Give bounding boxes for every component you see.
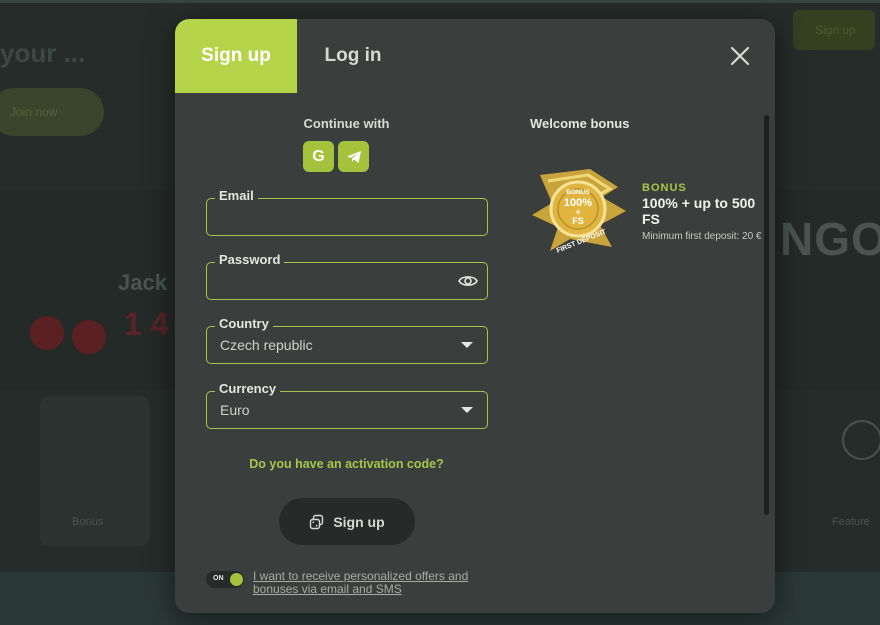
- bonus-headline: 100% + up to 500 FS: [642, 195, 756, 227]
- country-select[interactable]: Country Czech republic: [206, 316, 488, 364]
- offers-toggle[interactable]: ON: [206, 571, 244, 588]
- continue-with-label: Continue with: [303, 116, 390, 131]
- google-login-button[interactable]: G: [303, 141, 334, 172]
- password-label: Password: [215, 252, 285, 267]
- activation-code-link[interactable]: Do you have an activation code?: [175, 457, 518, 471]
- background-card-label: Feature: [832, 516, 870, 528]
- tab-login[interactable]: Log in: [297, 19, 409, 93]
- background-card-label: Bonus: [72, 516, 104, 528]
- tab-signup[interactable]: Sign up: [175, 19, 297, 93]
- email-input[interactable]: [219, 207, 449, 227]
- chevron-down-icon: [461, 407, 473, 413]
- country-value: Czech republic: [220, 337, 313, 353]
- dice-icon: [310, 514, 324, 529]
- telegram-login-button[interactable]: [338, 141, 369, 172]
- signup-submit-button[interactable]: Sign up: [279, 498, 415, 545]
- background-header-signup: Sign up: [793, 10, 875, 50]
- consent-link[interactable]: I want to receive personalized offers an…: [253, 570, 493, 596]
- background-banner-number: 1 4: [124, 306, 169, 342]
- signup-modal: Sign up Log in Continue with G Email Pas…: [175, 19, 775, 613]
- badge-text-fs: FS: [572, 216, 584, 226]
- email-field[interactable]: Email: [206, 188, 488, 236]
- background-top-border: [0, 0, 880, 3]
- scrollbar-thumb[interactable]: [764, 115, 769, 515]
- show-password-icon[interactable]: [458, 272, 478, 290]
- country-label: Country: [215, 316, 273, 331]
- background-right-word: NGO: [780, 213, 880, 265]
- currency-select[interactable]: Currency Euro: [206, 381, 488, 429]
- chevron-down-icon: [461, 342, 473, 348]
- signup-submit-label: Sign up: [333, 513, 385, 530]
- background-banner-title: Jack: [118, 270, 167, 295]
- telegram-icon: [346, 150, 361, 163]
- toggle-knob: [230, 573, 243, 586]
- currency-label: Currency: [215, 381, 281, 396]
- currency-value: Euro: [220, 402, 250, 418]
- close-icon[interactable]: [727, 43, 753, 69]
- background-cherry-icon: [72, 320, 106, 354]
- background-cherry-icon: [30, 316, 64, 350]
- welcome-bonus-title: Welcome bonus: [530, 116, 630, 131]
- password-field[interactable]: Password: [206, 252, 488, 300]
- password-input[interactable]: [219, 271, 449, 291]
- bonus-min-deposit: Minimum first deposit: 20 €: [642, 231, 762, 242]
- background-join-button: Join now: [0, 88, 104, 136]
- bonus-badge-icon: BONUS 100% + FS FIRST DEPOSIT: [530, 167, 628, 257]
- background-hero-text: your ...: [0, 38, 86, 68]
- bonus-tag: BONUS: [642, 182, 687, 194]
- background-check-icon: [842, 420, 880, 460]
- google-icon: G: [312, 147, 325, 165]
- email-label: Email: [215, 188, 258, 203]
- badge-text-bonus: BONUS: [566, 189, 590, 196]
- toggle-state-label: ON: [213, 575, 224, 582]
